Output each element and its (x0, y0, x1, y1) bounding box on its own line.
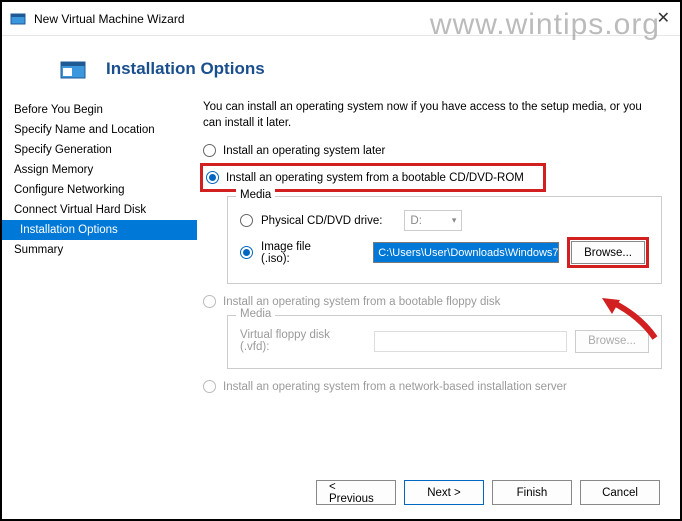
highlight-box-browse: Browse... (567, 237, 649, 268)
highlight-box-cddvd: Install an operating system from a boota… (200, 163, 546, 192)
browse-button[interactable]: Browse... (571, 241, 645, 264)
sidebar-item-summary[interactable]: Summary (2, 240, 197, 260)
media-fieldset: Media Physical CD/DVD drive: D: ▾ Image … (227, 196, 662, 284)
sidebar-item-before-you-begin[interactable]: Before You Begin (2, 100, 197, 120)
option-install-network: Install an operating system from a netwo… (203, 377, 662, 396)
physical-drive-label: Physical CD/DVD drive: (261, 215, 382, 227)
physical-drive-select: D: ▾ (404, 210, 462, 231)
page-title: Installation Options (106, 59, 265, 79)
physical-drive-value: D: (410, 215, 422, 227)
next-button[interactable]: Next > (404, 480, 484, 505)
wizard-buttons: < Previous Next > Finish Cancel (316, 480, 660, 505)
option-image-file[interactable]: Image file (.iso): C:\Users\User\Downloa… (240, 234, 649, 271)
radio-icon-disabled (203, 380, 216, 393)
option-install-network-label: Install an operating system from a netwo… (223, 381, 567, 393)
radio-icon-selected (240, 246, 253, 259)
image-file-path-input[interactable]: C:\Users\User\Downloads\Windows7_X64.iso (373, 242, 559, 263)
chevron-down-icon: ▾ (452, 215, 457, 226)
option-physical-drive[interactable]: Physical CD/DVD drive: D: ▾ (240, 207, 649, 234)
image-file-label: Image file (.iso): (261, 241, 330, 265)
radio-icon (203, 144, 216, 157)
window-title: New Virtual Machine Wizard (34, 12, 185, 26)
vfd-path-input (374, 331, 568, 352)
option-install-later[interactable]: Install an operating system later (203, 141, 662, 160)
sidebar-item-connect-vhd[interactable]: Connect Virtual Hard Disk (2, 200, 197, 220)
option-install-cddvd-label: Install an operating system from a boota… (226, 172, 524, 184)
vfd-label: Virtual floppy disk (.vfd): (240, 329, 349, 353)
sidebar-item-specify-generation[interactable]: Specify Generation (2, 140, 197, 160)
close-icon[interactable]: ✕ (657, 8, 670, 28)
sidebar-item-assign-memory[interactable]: Assign Memory (2, 160, 197, 180)
option-install-cddvd[interactable]: Install an operating system from a boota… (206, 168, 543, 187)
radio-icon-disabled (203, 295, 216, 308)
radio-icon-selected (206, 171, 219, 184)
browse-button-disabled: Browse... (575, 330, 649, 353)
floppy-media-fieldset: Media Virtual floppy disk (.vfd): Browse… (227, 315, 662, 369)
option-install-later-label: Install an operating system later (223, 145, 385, 157)
finish-button[interactable]: Finish (492, 480, 572, 505)
sidebar-item-installation-options[interactable]: Installation Options (2, 220, 197, 240)
radio-icon (240, 214, 253, 227)
description-text: You can install an operating system now … (203, 100, 662, 131)
media-legend: Media (236, 189, 275, 201)
sidebar-item-configure-networking[interactable]: Configure Networking (2, 180, 197, 200)
titlebar: New Virtual Machine Wizard ✕ (2, 2, 680, 36)
header-icon (60, 58, 86, 80)
wizard-icon (10, 11, 26, 27)
option-install-floppy-label: Install an operating system from a boota… (223, 296, 500, 308)
floppy-media-legend: Media (236, 308, 275, 320)
wizard-steps-sidebar: Before You Begin Specify Name and Locati… (2, 94, 197, 396)
sidebar-item-specify-name[interactable]: Specify Name and Location (2, 120, 197, 140)
cancel-button[interactable]: Cancel (580, 480, 660, 505)
previous-button[interactable]: < Previous (316, 480, 396, 505)
